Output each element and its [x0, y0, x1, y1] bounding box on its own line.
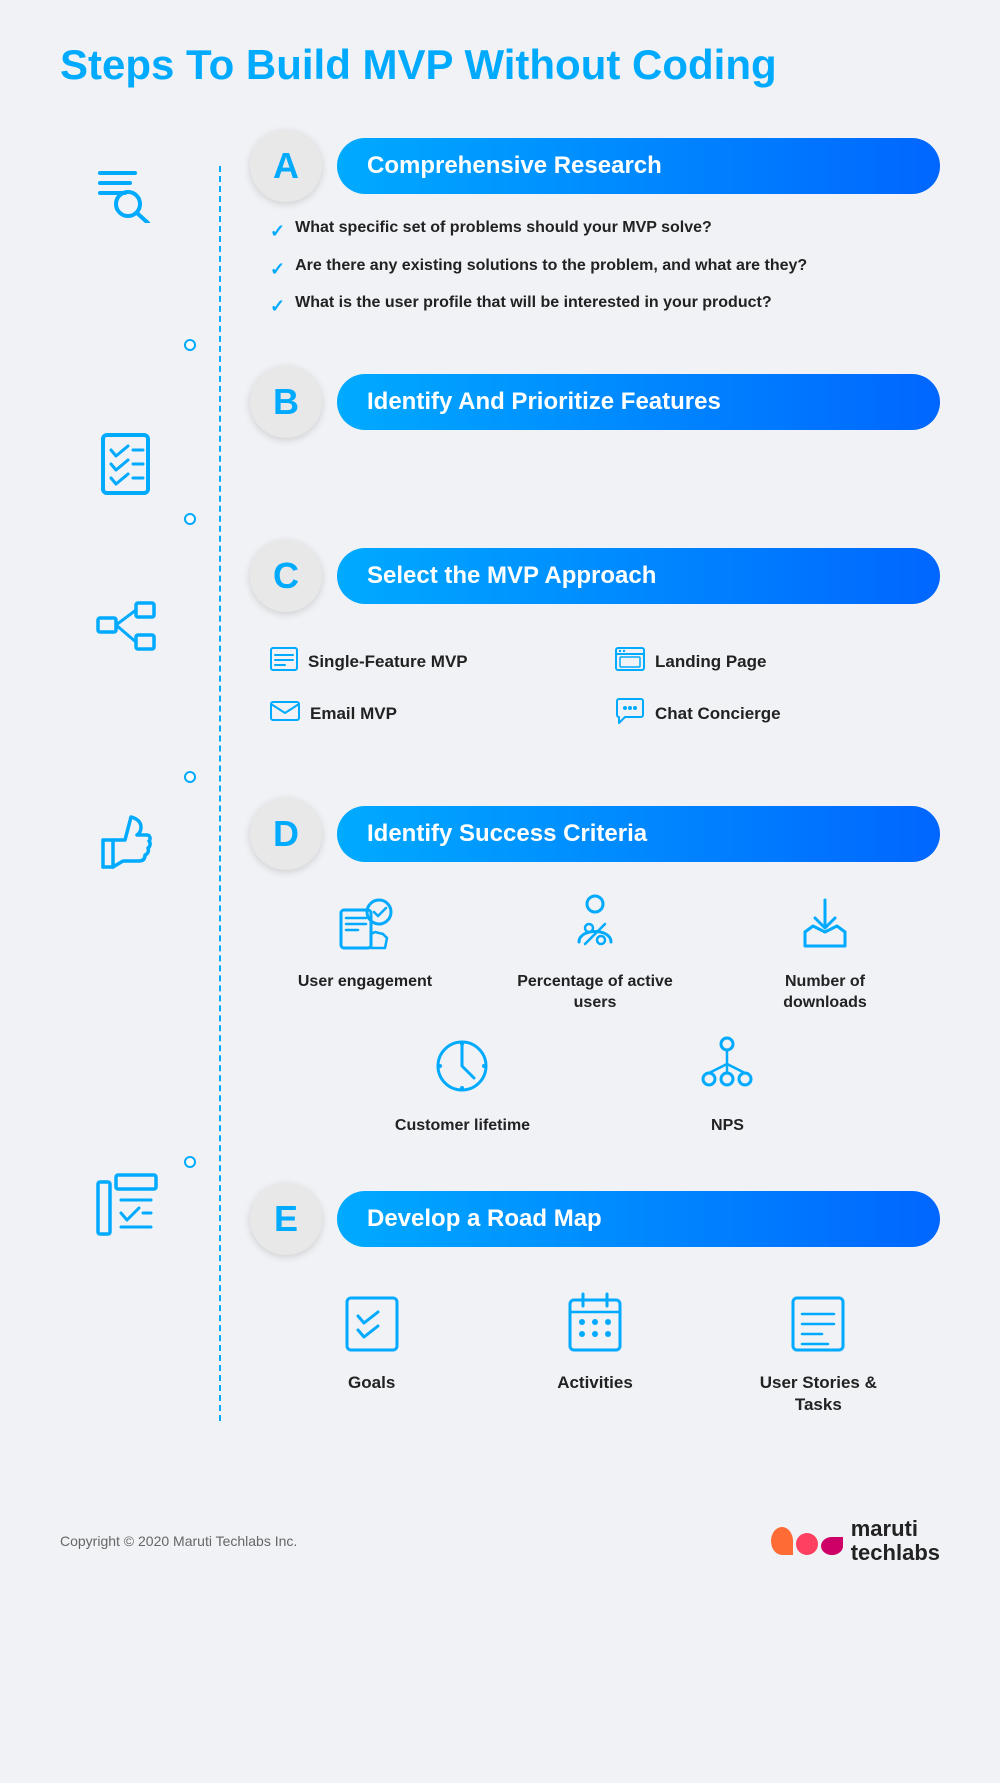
icon-features: [93, 425, 158, 505]
checklist-item-a2: ✓ Are there any existing solutions to th…: [270, 255, 940, 282]
dot-ab: [250, 339, 940, 351]
roadmap-icon-activities: [565, 1290, 625, 1360]
step-header-e: E Develop a Road Map: [250, 1183, 940, 1255]
step-label-e: Develop a Road Map: [337, 1191, 940, 1247]
step-circle-c: C: [250, 540, 322, 612]
spacer-b-content: [250, 453, 940, 493]
dot-de: [250, 1156, 940, 1168]
criteria-icon-lifetime: [430, 1034, 495, 1104]
logo-shape-purple: [821, 1537, 843, 1555]
checklist-item-a1: ✓ What specific set of problems should y…: [270, 217, 940, 244]
criteria-icon-nps: [695, 1034, 760, 1104]
step-circle-b: B: [250, 366, 322, 438]
icon-research: [90, 140, 160, 240]
icon-approach: [90, 585, 160, 665]
approach-icon-browser: [615, 647, 645, 677]
criteria-user-engagement: User engagement: [285, 890, 445, 1014]
approach-icon-chat: [615, 697, 645, 731]
timeline-dashed-line: [219, 166, 221, 1420]
step-circle-a: A: [250, 130, 322, 202]
approach-icon-list: [270, 647, 298, 677]
criteria-icon-downloads: [793, 890, 858, 960]
roadmap-icon-userstories: [788, 1290, 848, 1360]
page-title: Steps To Build MVP Without Coding: [60, 40, 940, 90]
roadmap-goals: Goals: [292, 1290, 452, 1416]
logo-shape-red: [796, 1533, 818, 1555]
approach-landing-page: Landing Page: [615, 647, 920, 677]
criteria-icon-percentage: [563, 890, 628, 960]
step-label-b: Identify And Prioritize Features: [337, 374, 940, 430]
step-label-c: Select the MVP Approach: [337, 548, 940, 604]
copyright-text: Copyright © 2020 Maruti Techlabs Inc.: [60, 1533, 297, 1549]
approach-single-feature: Single-Feature MVP: [270, 647, 575, 677]
left-icons-column: [60, 130, 190, 1456]
step-header-d: D Identify Success Criteria: [250, 798, 940, 870]
logo-shape-orange: [771, 1527, 793, 1555]
criteria-lifetime: Customer lifetime: [383, 1034, 543, 1137]
check-icon-a2: ✓: [270, 257, 285, 282]
footer: Copyright © 2020 Maruti Techlabs Inc. ma…: [60, 1497, 940, 1565]
approach-email: Email MVP: [270, 697, 575, 731]
content-column: A Comprehensive Research ✓ What specific…: [250, 130, 940, 1456]
step-header-b: B Identify And Prioritize Features: [250, 366, 940, 438]
criteria-nps: NPS: [648, 1034, 808, 1137]
approach-grid: Single-Feature MVP: [250, 627, 940, 751]
criteria-percentage: Percentage of active users: [515, 890, 675, 1014]
section-a: A Comprehensive Research ✓ What specific…: [250, 130, 940, 319]
criteria-row-1: User engagement: [250, 890, 940, 1014]
logo-area: maruti techlabs: [771, 1517, 940, 1565]
roadmap-grid: Goals: [250, 1270, 940, 1436]
check-icon-a1: ✓: [270, 219, 285, 244]
dot-cd: [250, 771, 940, 783]
step-body-a: ✓ What specific set of problems should y…: [250, 217, 940, 319]
dot-bc: [250, 513, 940, 525]
section-e: E Develop a Road Map: [250, 1183, 940, 1436]
logo-line1: maruti: [851, 1517, 940, 1541]
icon-success: [93, 800, 158, 880]
section-d: D Identify Success Criteria: [250, 798, 940, 1136]
step-circle-d: D: [250, 798, 322, 870]
logo-text-block: maruti techlabs: [851, 1517, 940, 1565]
step-label-d: Identify Success Criteria: [337, 806, 940, 862]
approach-icon-email: [270, 699, 300, 729]
roadmap-icon-goals: [342, 1290, 402, 1360]
section-b: B Identify And Prioritize Features: [250, 366, 940, 493]
check-icon-a3: ✓: [270, 294, 285, 319]
criteria-downloads: Number of downloads: [745, 890, 905, 1014]
timeline-column: [190, 130, 250, 1456]
step-label-a: Comprehensive Research: [337, 138, 940, 194]
approach-chat: Chat Concierge: [615, 697, 920, 731]
section-c: C Select the MVP Approach: [250, 540, 940, 751]
logo-icon-shapes: [771, 1527, 843, 1555]
step-header-a: A Comprehensive Research: [250, 130, 940, 202]
icon-roadmap: [93, 1165, 158, 1245]
checklist-item-a3: ✓ What is the user profile that will be …: [270, 292, 940, 319]
page-wrapper: Steps To Build MVP Without Coding: [0, 0, 1000, 1783]
criteria-icon-engagement: [333, 890, 398, 960]
roadmap-user-stories: User Stories & Tasks: [738, 1290, 898, 1416]
step-circle-e: E: [250, 1183, 322, 1255]
roadmap-activities: Activities: [515, 1290, 675, 1416]
step-header-c: C Select the MVP Approach: [250, 540, 940, 612]
criteria-row-2: Customer lifetime: [250, 1034, 940, 1137]
logo-line2: techlabs: [851, 1541, 940, 1565]
